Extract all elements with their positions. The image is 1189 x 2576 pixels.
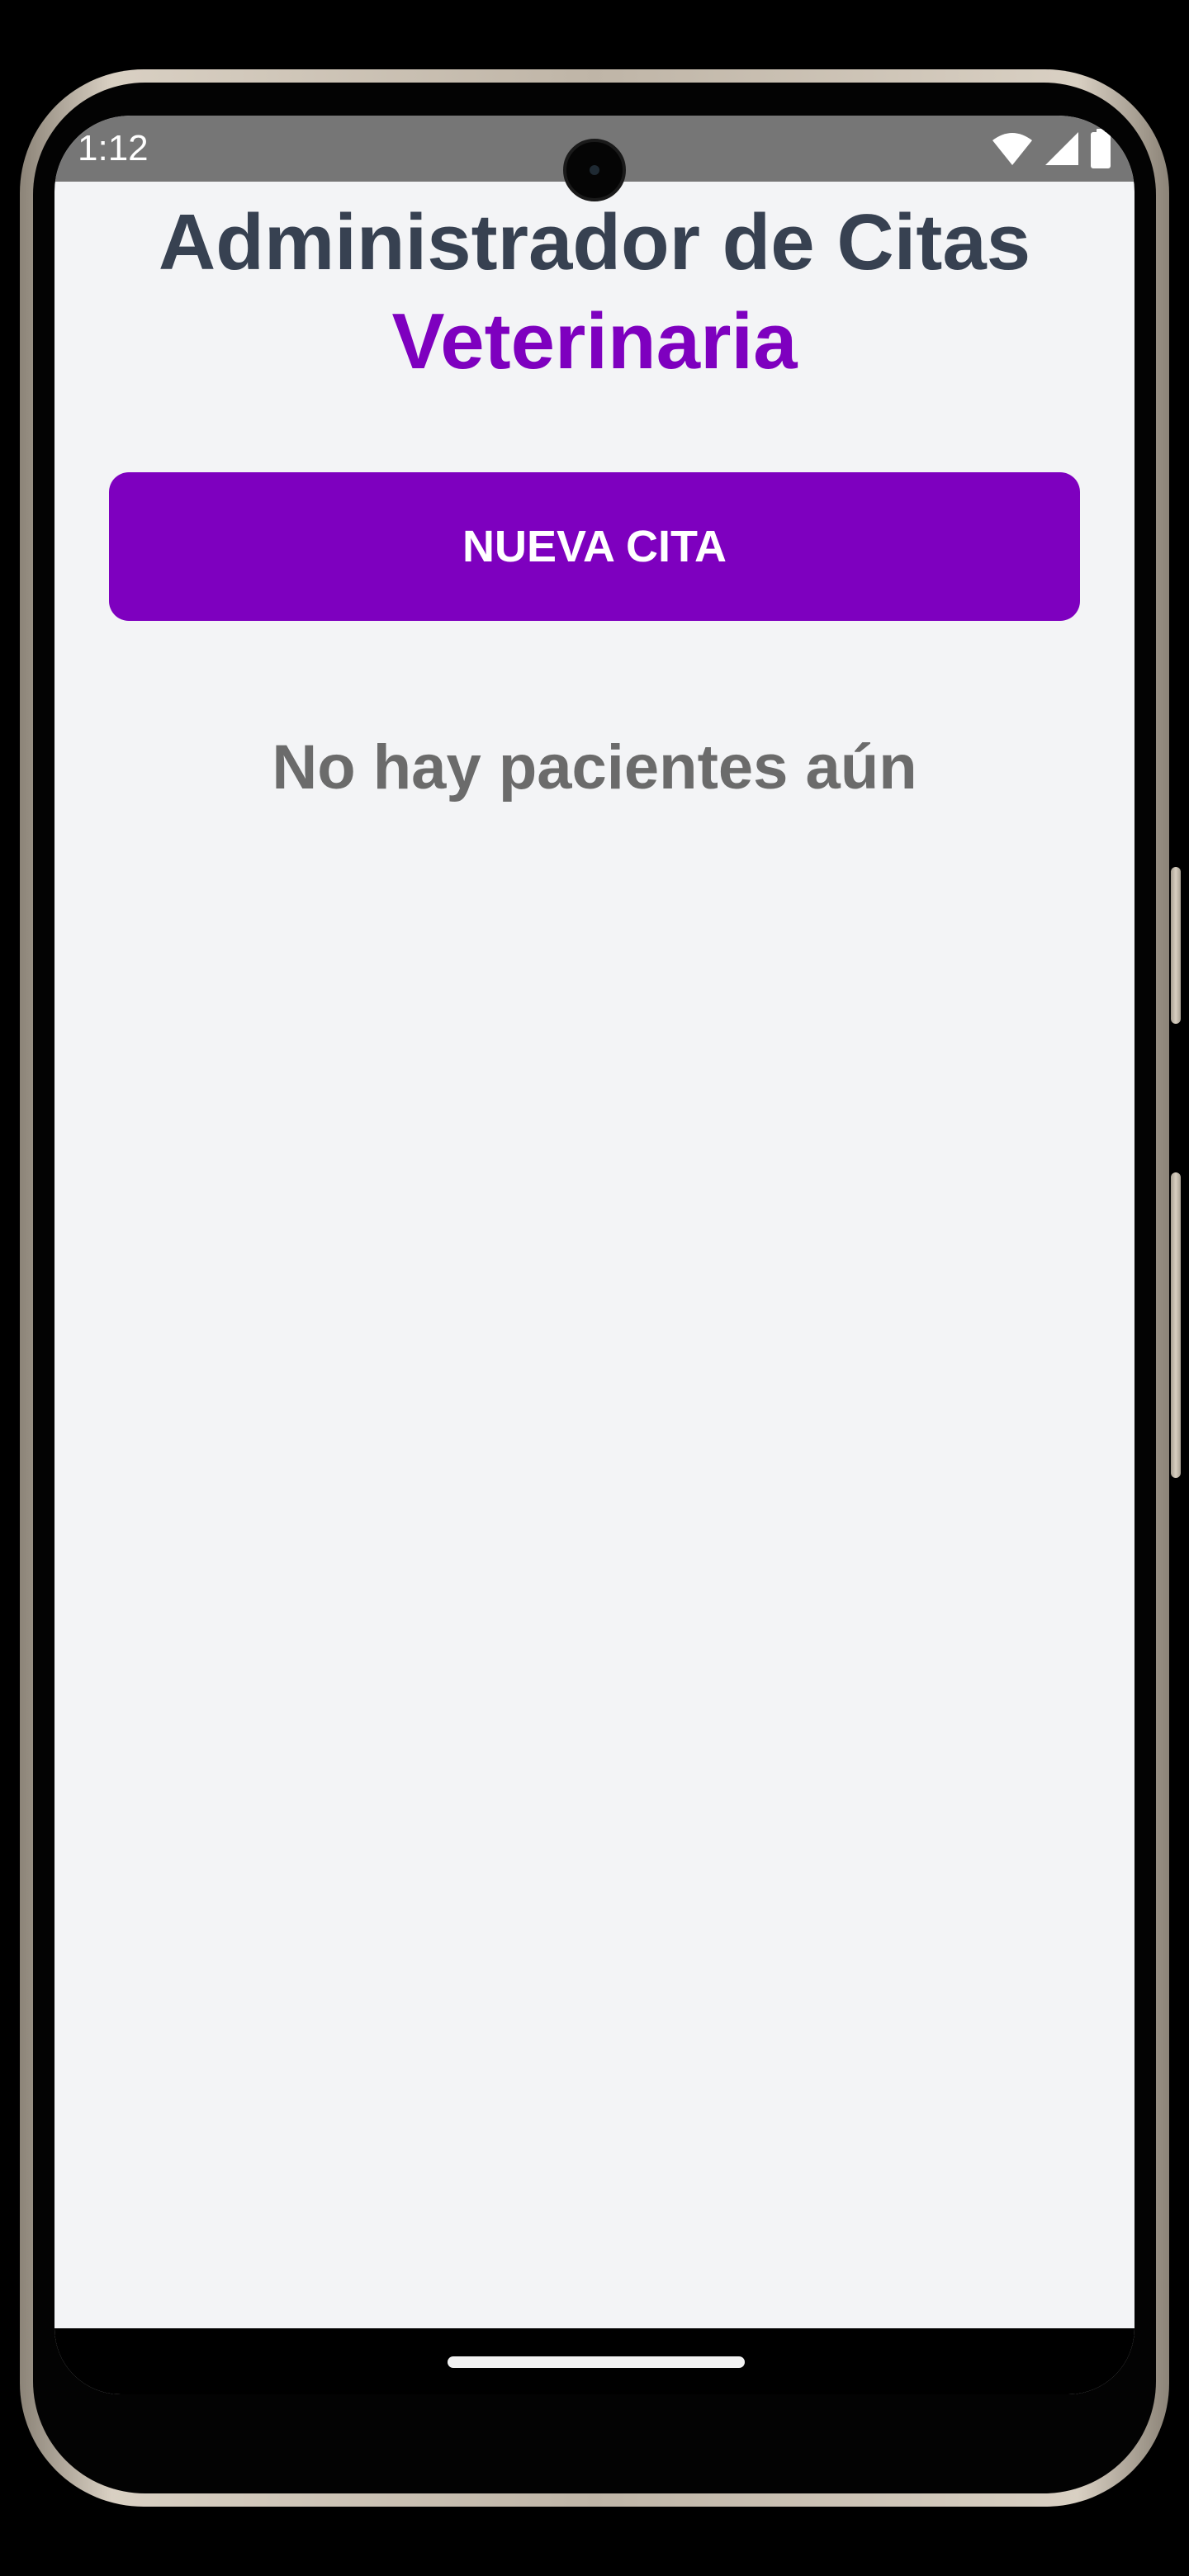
status-icons xyxy=(991,129,1111,168)
battery-icon xyxy=(1090,129,1111,168)
main-content: Administrador de Citas Veterinaria NUEVA… xyxy=(54,182,1135,2328)
power-button xyxy=(1171,867,1181,1024)
wifi-icon xyxy=(991,130,1034,167)
app-screen: 1:12 Administrador de Citas Veterinaria … xyxy=(54,116,1135,2394)
new-appointment-button[interactable]: NUEVA CITA xyxy=(109,472,1080,621)
navigation-bar xyxy=(54,2328,1135,2394)
status-time: 1:12 xyxy=(78,128,149,168)
volume-rocker xyxy=(1171,1172,1181,1478)
page-title: Administrador de Citas Veterinaria xyxy=(54,193,1135,391)
title-line-accent: Veterinaria xyxy=(391,297,798,386)
home-gesture-handle[interactable] xyxy=(448,2356,745,2368)
title-line-primary: Administrador de Citas xyxy=(158,198,1031,286)
empty-patients-message: No hay pacientes aún xyxy=(272,732,917,803)
cellular-signal-icon xyxy=(1044,130,1080,167)
